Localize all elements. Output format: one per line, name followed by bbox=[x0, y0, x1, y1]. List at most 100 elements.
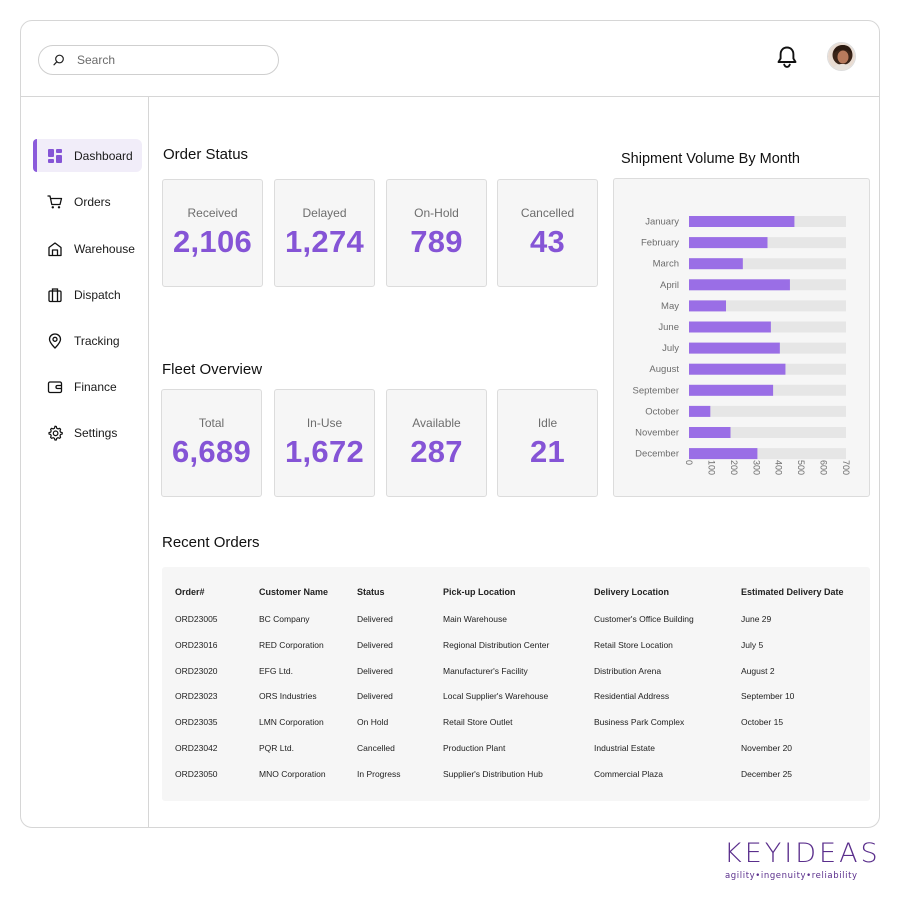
stat-label: Total bbox=[198, 416, 225, 430]
chart-title: Shipment Volume By Month bbox=[621, 151, 800, 167]
bar-june[interactable] bbox=[689, 321, 771, 333]
cell-pickup-location: Manufacturer's Facility bbox=[443, 666, 528, 676]
cell-delivery-date: December 25 bbox=[741, 769, 793, 779]
bar-august[interactable] bbox=[689, 363, 786, 375]
gear-icon bbox=[48, 425, 63, 441]
stat-card-received: Received 2,106 bbox=[162, 179, 263, 287]
stat-value: 287 bbox=[410, 434, 463, 469]
bar-april[interactable] bbox=[689, 279, 790, 291]
bar-july[interactable] bbox=[689, 342, 780, 354]
cell-status: Delivered bbox=[357, 640, 393, 650]
top-bar bbox=[21, 21, 879, 97]
cell-order-id: ORD23050 bbox=[175, 769, 218, 779]
search-input[interactable] bbox=[77, 53, 257, 67]
sidebar-item-tracking[interactable]: Tracking bbox=[33, 324, 142, 357]
x-tick-label: 500 bbox=[796, 460, 806, 475]
user-avatar[interactable] bbox=[827, 42, 856, 71]
brand-name: KEYIDEAS bbox=[724, 838, 881, 869]
cell-order-id: ORD23042 bbox=[175, 743, 218, 753]
search-icon bbox=[53, 54, 64, 66]
stat-label: Cancelled bbox=[520, 206, 575, 220]
table-row[interactable]: ORD23050 MNO Corporation In Progress Suppli… bbox=[162, 763, 870, 785]
stat-value: 1,274 bbox=[284, 224, 365, 259]
cell-status: In Progress bbox=[357, 769, 401, 779]
cell-customer-name: EFG Ltd. bbox=[259, 666, 294, 676]
y-tick-label: November bbox=[635, 428, 679, 439]
cell-customer-name: RED Corporation bbox=[259, 640, 324, 650]
stat-label: Available bbox=[412, 416, 461, 430]
sidebar-item-label: Warehouse bbox=[74, 241, 135, 256]
shipment-chart-panel: January February March April May June July Augu… bbox=[613, 178, 870, 497]
stat-card-cancelled: Cancelled 43 bbox=[497, 179, 598, 287]
dashboard-icon bbox=[48, 148, 62, 163]
cell-status: Cancelled bbox=[357, 743, 395, 753]
bar-january[interactable] bbox=[689, 216, 795, 227]
table-row[interactable]: ORD23023 ORS Industries Delivered Local Sup… bbox=[162, 685, 870, 707]
column-header-pickup-location: Pick-up Location bbox=[443, 587, 516, 597]
recent-orders-title: Recent Orders bbox=[162, 534, 260, 551]
cell-order-id: ORD23005 bbox=[175, 614, 218, 624]
cell-customer-name: LMN Corporation bbox=[259, 717, 324, 727]
bar-march[interactable] bbox=[689, 258, 743, 270]
sidebar-item-dispatch[interactable]: Dispatch bbox=[33, 278, 142, 311]
cell-order-id: ORD23020 bbox=[175, 666, 218, 676]
stat-value: 43 bbox=[529, 224, 566, 259]
cell-pickup-location: Local Supplier's Warehouse bbox=[443, 691, 549, 701]
stat-card-on-hold: On-Hold 789 bbox=[386, 179, 487, 287]
y-tick-label: October bbox=[645, 406, 679, 417]
x-tick-label: 600 bbox=[819, 460, 829, 475]
cell-delivery-date: September 10 bbox=[741, 691, 795, 701]
cell-pickup-location: Retail Store Outlet bbox=[443, 717, 513, 727]
cell-delivery-location: Distribution Arena bbox=[594, 666, 662, 676]
x-tick-label: 400 bbox=[774, 460, 784, 475]
stat-value: 6,689 bbox=[171, 434, 252, 469]
sidebar-item-label: Finance bbox=[74, 379, 117, 394]
column-header-status: Status bbox=[357, 587, 385, 597]
stat-label: Delayed bbox=[302, 206, 347, 220]
x-tick-label: 100 bbox=[706, 460, 716, 475]
sidebar-item-warehouse[interactable]: Warehouse bbox=[33, 232, 142, 265]
sidebar-item-settings[interactable]: Settings bbox=[33, 416, 142, 449]
sidebar-item-dashboard[interactable]: Dashboard bbox=[33, 139, 142, 172]
stat-card-in-use: In-Use 1,672 bbox=[274, 389, 375, 497]
bar-november[interactable] bbox=[689, 427, 731, 438]
cell-delivery-date: November 20 bbox=[741, 743, 793, 753]
sidebar-item-orders[interactable]: Orders bbox=[33, 185, 142, 218]
bar-february[interactable] bbox=[689, 237, 768, 249]
cell-delivery-location: Industrial Estate bbox=[594, 743, 655, 753]
table-row[interactable]: ORD23020 EFG Ltd. Delivered Manufacturer's … bbox=[162, 660, 870, 682]
y-tick-label: January bbox=[645, 217, 679, 228]
wallet-icon bbox=[47, 380, 63, 393]
stat-label: In-Use bbox=[306, 416, 343, 430]
bell-icon[interactable] bbox=[776, 45, 798, 69]
location-pin-icon bbox=[48, 332, 62, 349]
x-tick-label: 700 bbox=[841, 460, 851, 475]
stat-card-total: Total 6,689 bbox=[161, 389, 262, 497]
cell-pickup-location: Production Plant bbox=[443, 743, 506, 753]
briefcase-icon bbox=[48, 287, 62, 302]
cell-customer-name: MNO Corporation bbox=[259, 769, 326, 779]
cell-delivery-date: October 15 bbox=[741, 717, 784, 727]
bar-may[interactable] bbox=[689, 300, 727, 312]
table-row[interactable]: ORD23005 BC Company Delivered Main Warehous… bbox=[162, 608, 870, 630]
app-window: Dashboard Orders Warehouse Di bbox=[20, 20, 880, 828]
y-tick-label: December bbox=[635, 449, 679, 460]
y-tick-label: May bbox=[661, 301, 679, 312]
bar-october[interactable] bbox=[689, 405, 711, 417]
cell-delivery-location: Residential Address bbox=[594, 691, 670, 701]
column-header-delivery-location: Delivery Location bbox=[594, 587, 670, 597]
table-row[interactable]: ORD23035 LMN Corporation On Hold Retail Sto… bbox=[162, 711, 870, 733]
bar-september[interactable] bbox=[689, 384, 774, 396]
warehouse-icon bbox=[48, 241, 62, 256]
bar-december[interactable] bbox=[689, 448, 758, 460]
cell-delivery-location: Customer's Office Building bbox=[594, 614, 694, 624]
cart-icon bbox=[47, 194, 63, 208]
search-box[interactable] bbox=[38, 45, 279, 75]
y-tick-label: April bbox=[660, 280, 679, 291]
sidebar-item-finance[interactable]: Finance bbox=[33, 370, 142, 403]
order-status-title: Order Status bbox=[163, 146, 249, 163]
cell-delivery-date: July 5 bbox=[741, 640, 764, 650]
table-row[interactable]: ORD23016 RED Corporation Delivered Regional… bbox=[162, 634, 870, 656]
table-row[interactable]: ORD23042 PQR Ltd. Cancelled Production Plan… bbox=[162, 737, 870, 759]
cell-order-id: ORD23035 bbox=[175, 717, 218, 727]
